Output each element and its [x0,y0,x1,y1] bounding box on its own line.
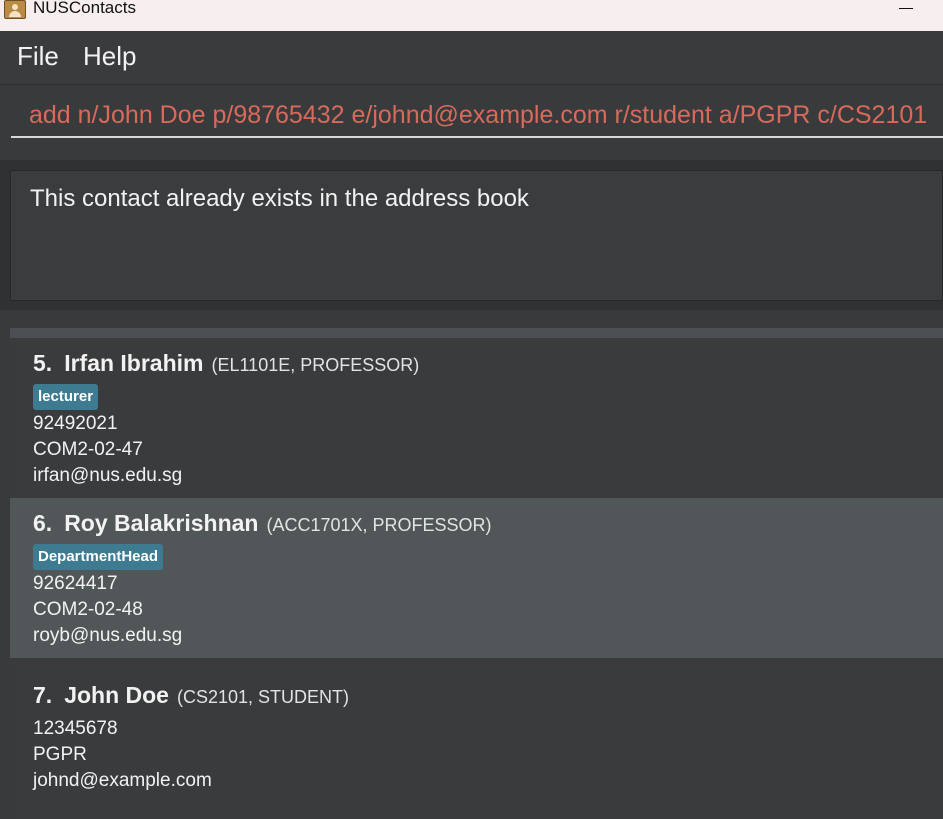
contact-card[interactable]: 5. Irfan Ibrahim (EL1101E, PROFESSOR) le… [10,338,943,498]
contact-index: 6. [33,510,53,536]
window-title: NUSContacts [33,0,136,17]
minimize-button[interactable] [899,0,915,16]
contact-header: 7. John Doe (CS2101, STUDENT) [33,682,349,709]
contact-course-role: (EL1101E, PROFESSOR) [211,355,420,375]
result-display: This contact already exists in the addre… [10,170,943,301]
menu-bar: File Help [0,31,943,85]
command-input[interactable]: add n/John Doe p/98765432 e/johnd@exampl… [11,92,943,138]
contact-tag: lecturer [33,384,99,410]
contact-card[interactable]: 7. John Doe (CS2101, STUDENT) 12345678 P… [10,658,943,819]
contact-phone: 92492021 [33,413,118,434]
result-message: This contact already exists in the addre… [30,185,529,212]
contact-phone: 12345678 [33,718,118,739]
contact-name: Irfan Ibrahim [64,350,204,376]
contact-index: 5. [33,350,53,376]
contact-index: 7. [33,682,53,708]
contact-email: johnd@example.com [33,770,212,791]
command-box: add n/John Doe p/98765432 e/johnd@exampl… [0,86,943,156]
list-scroll-edge [10,328,943,338]
contact-name: John Doe [64,682,169,708]
contact-address: PGPR [33,744,87,765]
contacts-app-icon [4,0,26,19]
contact-list[interactable]: 5. Irfan Ibrahim (EL1101E, PROFESSOR) le… [0,310,943,819]
contact-header: 5. Irfan Ibrahim (EL1101E, PROFESSOR) [33,350,419,377]
contact-tag: DepartmentHead [33,544,164,570]
contact-address: COM2-02-47 [33,439,143,460]
contact-name: Roy Balakrishnan [64,510,259,536]
contact-address: COM2-02-48 [33,599,143,620]
contact-card-selected[interactable]: 6. Roy Balakrishnan (ACC1701X, PROFESSOR… [10,498,943,658]
menu-file[interactable]: File [17,41,59,72]
result-display-panel: This contact already exists in the addre… [0,160,943,310]
contact-course-role: (CS2101, STUDENT) [176,687,350,707]
window-titlebar: NUSContacts [0,0,943,31]
contact-course-role: (ACC1701X, PROFESSOR) [266,515,492,535]
contact-phone: 92624417 [33,573,118,594]
contact-header: 6. Roy Balakrishnan (ACC1701X, PROFESSOR… [33,510,492,537]
menu-help[interactable]: Help [83,41,136,72]
contact-email: royb@nus.edu.sg [33,625,183,646]
contact-email: irfan@nus.edu.sg [33,465,183,486]
